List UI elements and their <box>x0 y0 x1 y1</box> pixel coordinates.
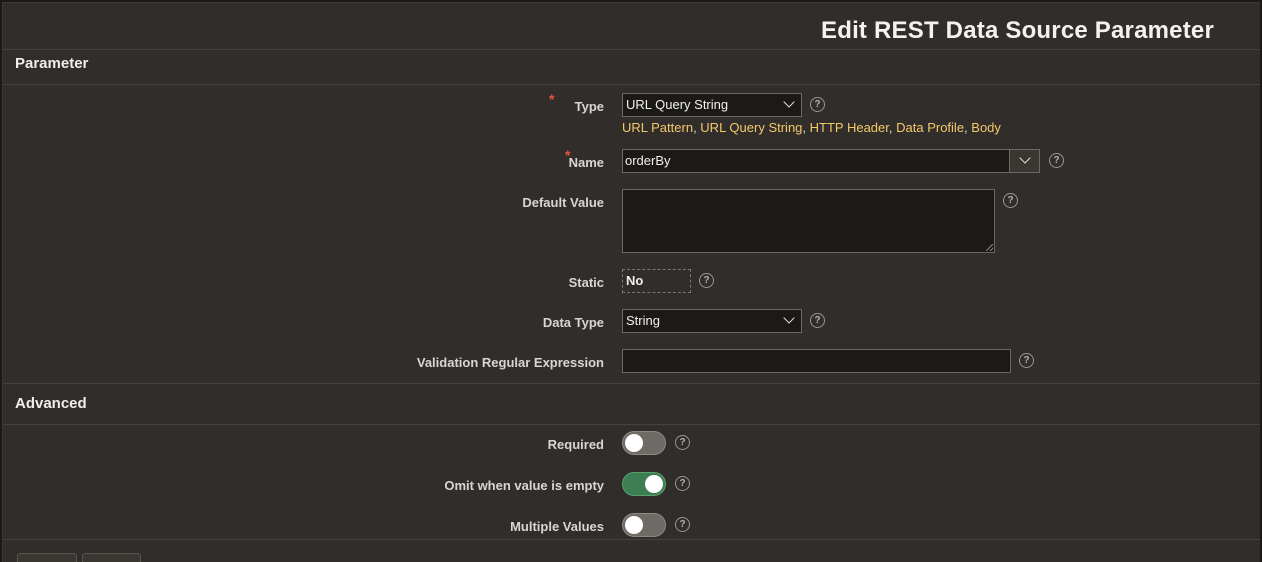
static-display-value: No <box>622 269 691 293</box>
footer-divider <box>3 539 1260 540</box>
dialog-title: Edit REST Data Source Parameter <box>821 17 1215 44</box>
chevron-down-icon <box>1019 152 1031 164</box>
data-type-select[interactable]: String <box>622 309 802 333</box>
validation-regex-input[interactable] <box>622 349 1011 373</box>
default-value-textarea[interactable] <box>622 189 995 253</box>
toggle-knob <box>625 516 643 534</box>
edit-parameter-dialog: Edit REST Data Source Parameter Paramete… <box>2 2 1260 562</box>
type-select-value: URL Query String <box>626 97 729 112</box>
data-type-label: Data Type <box>542 315 604 330</box>
type-hint-option[interactable]: Data Profile <box>896 120 964 135</box>
required-help-icon[interactable]: ? <box>675 435 690 450</box>
default-value-help-icon[interactable]: ? <box>1003 193 1018 208</box>
type-hint-option[interactable]: URL Pattern <box>622 120 693 135</box>
multiple-values-label: Multiple Values <box>510 519 604 534</box>
footer-button-right[interactable] <box>82 553 141 562</box>
name-input[interactable]: orderBy <box>622 149 1010 173</box>
type-help-icon[interactable]: ? <box>810 97 825 112</box>
static-label: Static <box>568 275 604 290</box>
type-select[interactable]: URL Query String <box>622 93 802 117</box>
name-label: Name <box>568 155 604 170</box>
omit-when-empty-help-icon[interactable]: ? <box>675 476 690 491</box>
omit-when-empty-label: Omit when value is empty <box>444 478 604 493</box>
static-help-icon[interactable]: ? <box>699 273 714 288</box>
default-value-label: Default Value <box>522 195 604 210</box>
type-label: Type <box>574 99 604 114</box>
toggle-knob <box>645 475 663 493</box>
required-toggle[interactable] <box>622 431 666 455</box>
data-type-help-icon[interactable]: ? <box>810 313 825 328</box>
validation-regex-label: Validation Regular Expression <box>416 355 604 370</box>
multiple-values-toggle[interactable] <box>622 513 666 537</box>
required-label: Required <box>547 437 604 452</box>
omit-when-empty-toggle[interactable] <box>622 472 666 496</box>
toggle-knob <box>625 434 643 452</box>
name-help-icon[interactable]: ? <box>1049 153 1064 168</box>
footer-button-left[interactable] <box>17 553 77 562</box>
type-hint-option[interactable]: Body <box>971 120 1001 135</box>
resize-grip-icon[interactable] <box>986 244 993 251</box>
type-hint-option[interactable]: URL Query String <box>700 120 802 135</box>
type-hint-options: URL Pattern, URL Query String, HTTP Head… <box>622 120 1001 135</box>
type-hint-option[interactable]: HTTP Header <box>810 120 889 135</box>
required-marker-type: * <box>549 91 555 107</box>
name-lov-button[interactable] <box>1009 149 1040 173</box>
section-header-advanced: Advanced <box>3 383 1260 425</box>
data-type-select-value: String <box>626 313 660 328</box>
validation-regex-help-icon[interactable]: ? <box>1019 353 1034 368</box>
section-header-parameter: Parameter <box>3 49 1260 85</box>
multiple-values-help-icon[interactable]: ? <box>675 517 690 532</box>
chevron-down-icon <box>783 96 795 108</box>
chevron-down-icon <box>783 312 795 324</box>
